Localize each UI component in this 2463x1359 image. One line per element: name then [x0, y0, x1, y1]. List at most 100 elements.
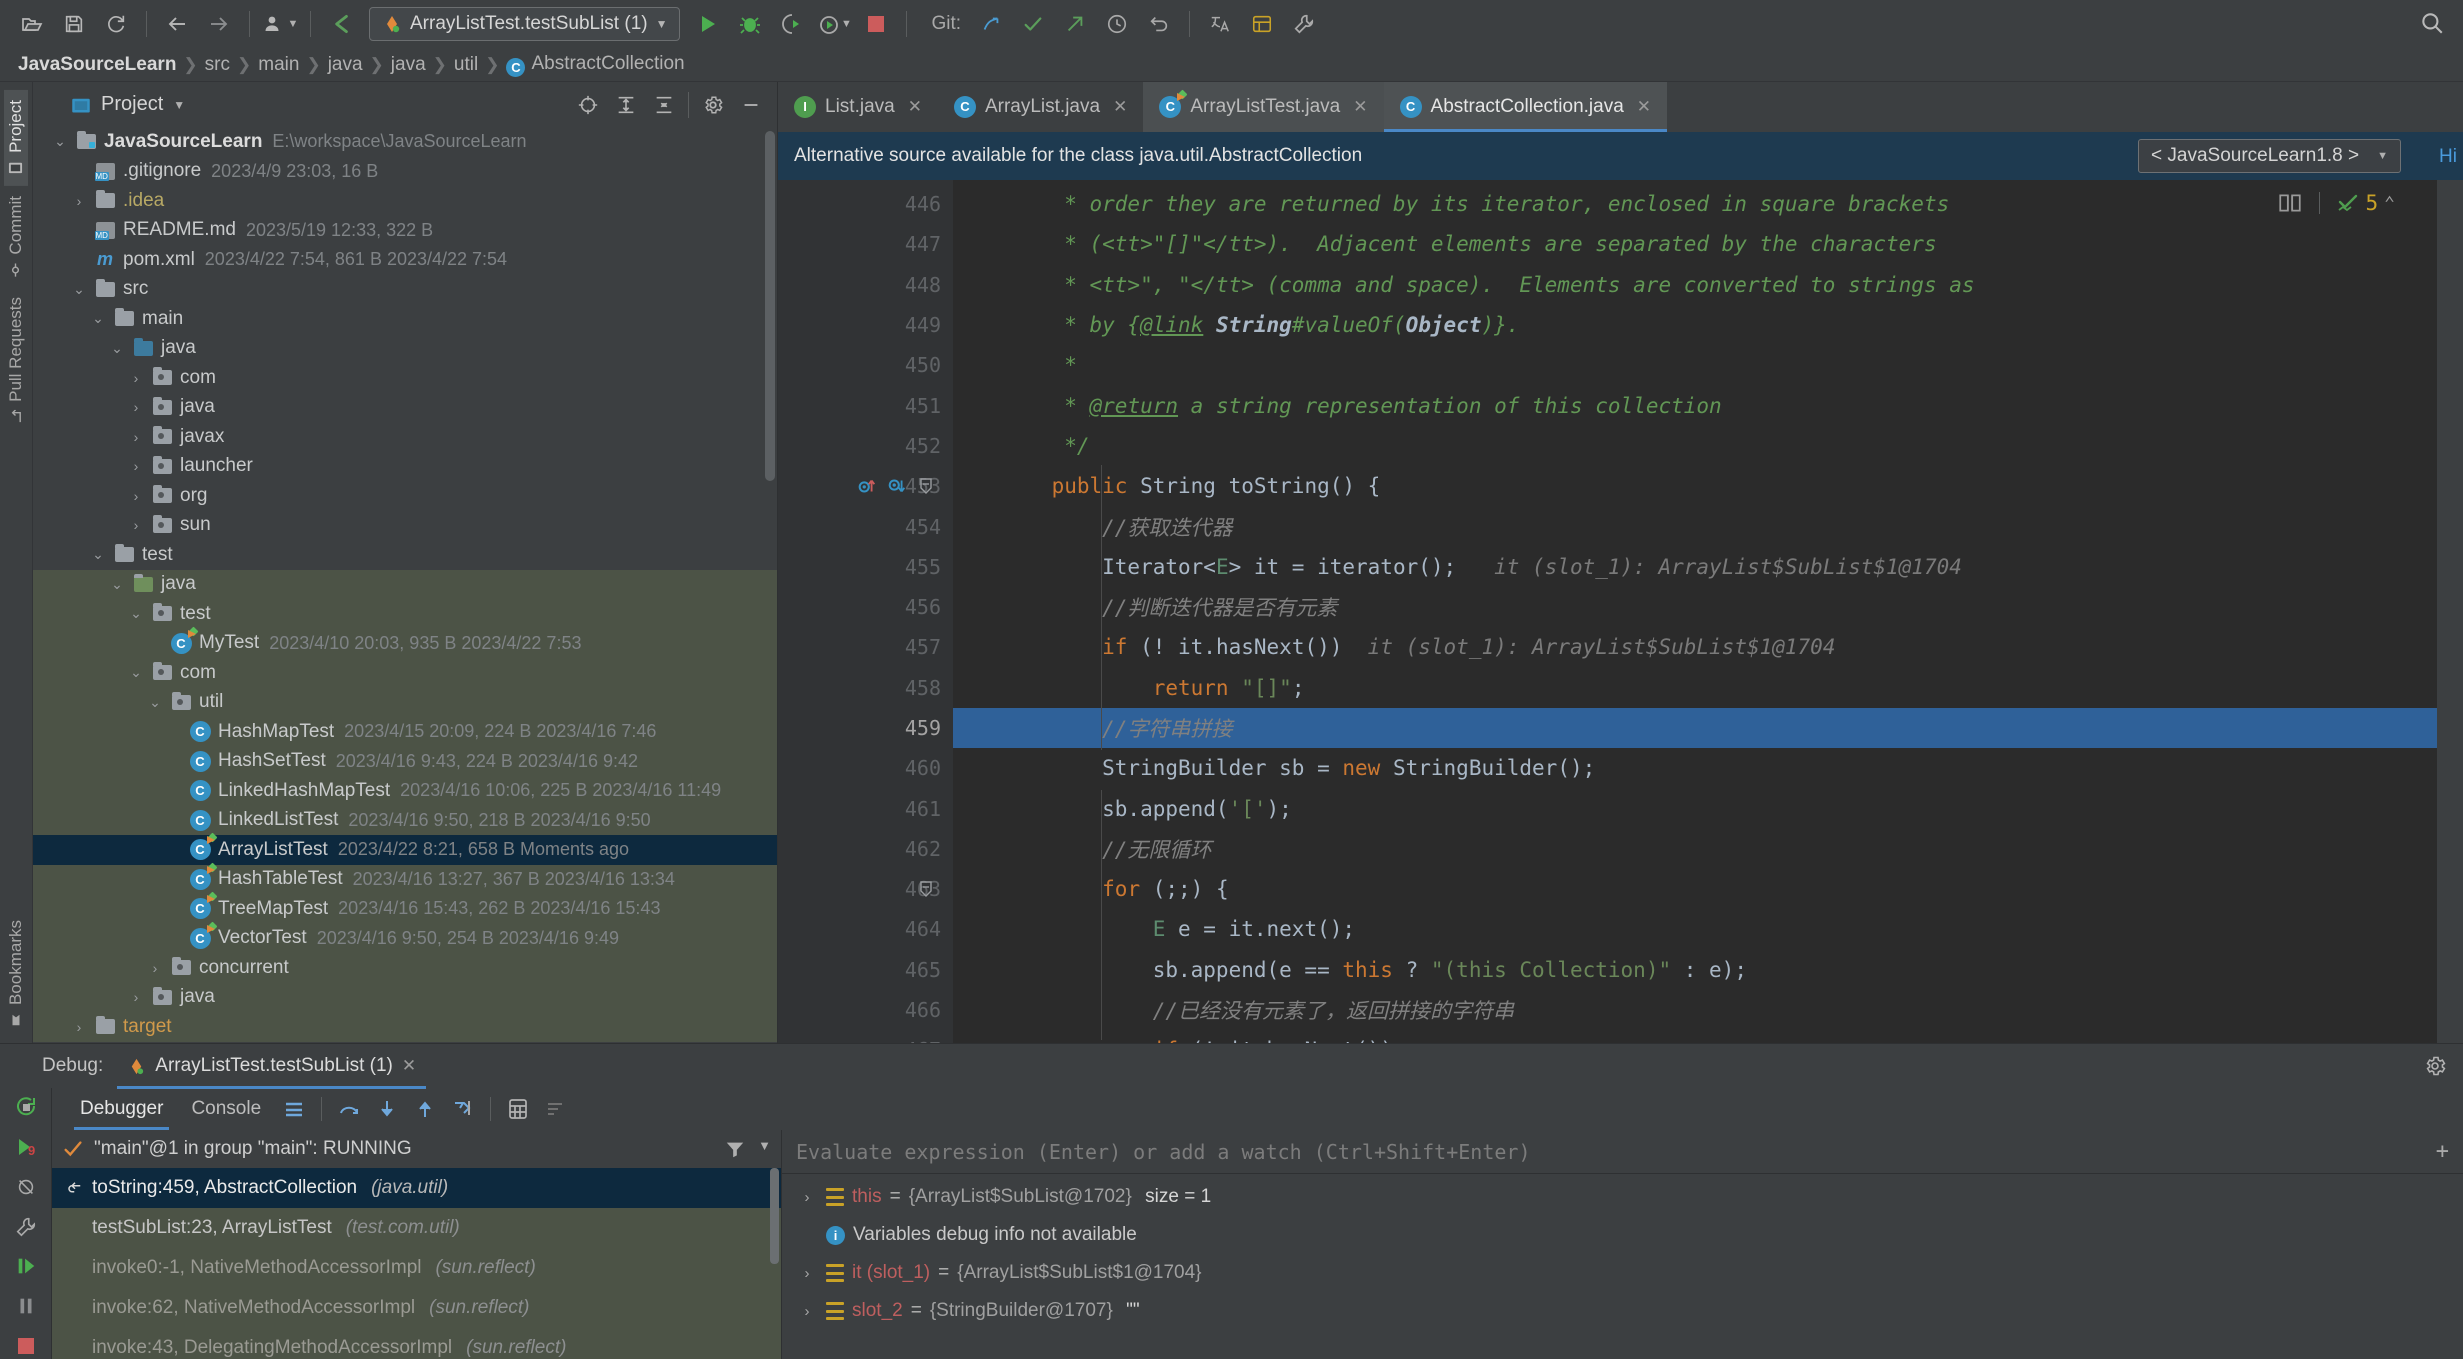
debug-session-tab[interactable]: ArrayListTest.testSubList (1) ✕: [117, 1044, 426, 1089]
code-line-451[interactable]: * @return a string representation of thi…: [953, 385, 2463, 425]
code-line-466[interactable]: //已经没有元素了，返回拼接的字符串: [953, 990, 2463, 1030]
git-rollback-icon[interactable]: [1139, 5, 1179, 43]
variable-expand-arrow[interactable]: ›: [796, 1303, 818, 1320]
tree-node-com[interactable]: ⌄ com: [33, 658, 777, 688]
save-all-icon[interactable]: [54, 5, 94, 43]
gutter-line-467[interactable]: 467: [778, 1030, 953, 1043]
tree-expand-arrow[interactable]: ›: [123, 517, 149, 533]
project-view-dropdown-icon[interactable]: ▼: [173, 98, 185, 112]
code-line-457[interactable]: if (! it.hasNext()) it (slot_1): ArrayLi…: [953, 627, 2463, 667]
hide-notification-link[interactable]: Hi: [2439, 146, 2457, 168]
gutter-line-458[interactable]: 458: [778, 668, 953, 708]
tab-debugger[interactable]: Debugger: [68, 1088, 175, 1130]
stack-frame[interactable]: invoke:62, NativeMethodAccessorImpl (sun.…: [52, 1288, 781, 1328]
editor-tab-list[interactable]: I List.java ✕: [778, 82, 938, 132]
tree-node-javax[interactable]: › javax: [33, 422, 777, 452]
evaluate-expression-icon[interactable]: [501, 1092, 535, 1126]
run-to-cursor-icon[interactable]: [446, 1092, 480, 1126]
debug-button[interactable]: [730, 5, 770, 43]
code-line-455[interactable]: Iterator< E > it = iterator(); it (slot_1)…: [953, 547, 2463, 587]
tab-console[interactable]: Console: [179, 1088, 273, 1130]
close-icon[interactable]: ✕: [1113, 97, 1127, 117]
stop-icon[interactable]: [9, 1333, 43, 1359]
navigate-forward-icon[interactable]: [199, 5, 239, 43]
sidebar-item-project[interactable]: Project: [4, 90, 28, 186]
tree-expand-arrow[interactable]: ›: [123, 429, 149, 445]
tree-expand-arrow[interactable]: ›: [123, 989, 149, 1005]
tree-node--idea[interactable]: › .idea: [33, 186, 777, 216]
code-line-467[interactable]: if (! it.hasNext()): [953, 1030, 2463, 1043]
run-configuration-selector[interactable]: ArrayListTest.testSubList (1) ▼: [369, 7, 681, 41]
close-icon[interactable]: ✕: [402, 1056, 416, 1076]
editor-gutter[interactable]: 446 447 448 449 450 451 452 453 454 455 456 457 458 4…: [778, 180, 953, 1043]
tree-node-test[interactable]: ⌄ test: [33, 599, 777, 629]
tree-expand-arrow[interactable]: ⌄: [142, 694, 168, 711]
collapse-all-icon[interactable]: [648, 89, 680, 121]
tree-expand-arrow[interactable]: ›: [142, 960, 168, 976]
tree-node-org[interactable]: › org: [33, 481, 777, 511]
reader-mode-icon[interactable]: [2277, 190, 2303, 216]
sidebar-item-commit[interactable]: Commit: [4, 186, 28, 288]
jdk-selector[interactable]: < JavaSourceLearn1.8 > ▼: [2138, 139, 2401, 173]
profiler-icon[interactable]: ▼: [814, 5, 854, 43]
git-update-icon[interactable]: [971, 5, 1011, 43]
chevron-down-icon[interactable]: ▼: [758, 1138, 771, 1160]
tree-node-concurrent[interactable]: › concurrent: [33, 953, 777, 983]
tree-expand-arrow[interactable]: ⌄: [66, 281, 92, 298]
expand-all-icon[interactable]: [610, 89, 642, 121]
profile-icon[interactable]: ▼: [260, 5, 300, 43]
thread-selector[interactable]: "main"@1 in group "main": RUNNING ▼: [52, 1130, 781, 1168]
variable-row[interactable]: › it (slot_1) = {ArrayList$SubList$1@1704…: [782, 1254, 2463, 1292]
tree-node-util[interactable]: ⌄ util: [33, 687, 777, 717]
tree-expand-arrow[interactable]: ⌄: [85, 310, 111, 327]
editor-tab-arraylisttest[interactable]: C ArrayListTest.java ✕: [1143, 82, 1384, 132]
search-everywhere-icon[interactable]: [2419, 10, 2445, 36]
tree-expand-arrow[interactable]: ⌄: [104, 576, 130, 593]
code-line-454[interactable]: //获取迭代器: [953, 506, 2463, 546]
tree-node-java[interactable]: ⌄ java: [33, 334, 777, 364]
code-line-464[interactable]: E e = it.next();: [953, 909, 2463, 949]
tree-expand-arrow[interactable]: ⌄: [123, 605, 149, 622]
gutter-line-460[interactable]: 460: [778, 748, 953, 788]
tree-node-hashsettest[interactable]: C HashSetTest 2023/4/16 9:43, 224 B 2023/4…: [33, 746, 777, 776]
breadcrumb-item-3[interactable]: java: [324, 54, 367, 76]
code-line-462[interactable]: //无限循环: [953, 829, 2463, 869]
variable-row[interactable]: ›iVariables debug info not available: [782, 1216, 2463, 1254]
tree-expand-arrow[interactable]: ⌄: [104, 340, 130, 357]
filter-icon[interactable]: [724, 1138, 746, 1160]
gutter-line-451[interactable]: 451: [778, 385, 953, 425]
tree-expand-arrow[interactable]: ⌄: [47, 133, 73, 150]
gutter-line-446[interactable]: 446: [778, 184, 953, 224]
tree-node-treemaptest[interactable]: C TreeMapTest 2023/4/16 15:43, 262 B 2023/…: [33, 894, 777, 924]
breadcrumb-class[interactable]: C AbstractCollection: [502, 53, 688, 77]
tree-node--gitignore[interactable]: .gitignore 2023/4/9 23:03, 16 B: [33, 157, 777, 187]
tree-expand-arrow[interactable]: ›: [66, 1019, 92, 1035]
run-coverage-icon[interactable]: [772, 5, 812, 43]
tree-node-test[interactable]: ⌄ test: [33, 540, 777, 570]
add-watch-icon[interactable]: +: [2436, 1139, 2449, 1164]
gutter-line-453[interactable]: 453: [778, 466, 953, 506]
tree-expand-arrow[interactable]: ⌄: [85, 546, 111, 563]
editor-tab-abstractcollection[interactable]: C AbstractCollection.java ✕: [1383, 82, 1668, 132]
gutter-line-463[interactable]: 463: [778, 869, 953, 909]
stack-frame[interactable]: testSubList:23, ArrayListTest (test.com.u…: [52, 1208, 781, 1248]
variable-expand-arrow[interactable]: ›: [796, 1189, 818, 1206]
variables-list[interactable]: › this = {ArrayList$SubList@1702} size = …: [782, 1174, 2463, 1359]
debug-settings-gear-icon[interactable]: [2423, 1054, 2447, 1078]
code-line-447[interactable]: * (<tt>"[]"</tt>). Adjacent elements are…: [953, 224, 2463, 264]
tree-expand-arrow[interactable]: ›: [123, 370, 149, 386]
gutter-line-452[interactable]: 452: [778, 426, 953, 466]
code-line-461[interactable]: sb.append('[');: [953, 788, 2463, 828]
code-line-446[interactable]: * order they are returned by its iterato…: [953, 184, 2463, 224]
chevron-down-icon[interactable]: ▼: [2377, 150, 2388, 162]
gutter-line-454[interactable]: 454: [778, 506, 953, 546]
sidebar-item-pull-requests[interactable]: Pull Requests: [4, 287, 28, 435]
editor-marker-rail[interactable]: [2437, 180, 2463, 1043]
code-line-465[interactable]: sb.append(e == this ? "(this Collection)…: [953, 950, 2463, 990]
tree-node-pom-xml[interactable]: m pom.xml 2023/4/22 7:54, 861 B 2023/4/22 …: [33, 245, 777, 275]
open-folder-icon[interactable]: [12, 5, 52, 43]
implementing-method-icon[interactable]: [856, 475, 878, 497]
rerun-icon[interactable]: [9, 1094, 43, 1120]
scroll-from-source-icon[interactable]: [572, 89, 604, 121]
breadcrumb-item-1[interactable]: src: [201, 54, 234, 76]
